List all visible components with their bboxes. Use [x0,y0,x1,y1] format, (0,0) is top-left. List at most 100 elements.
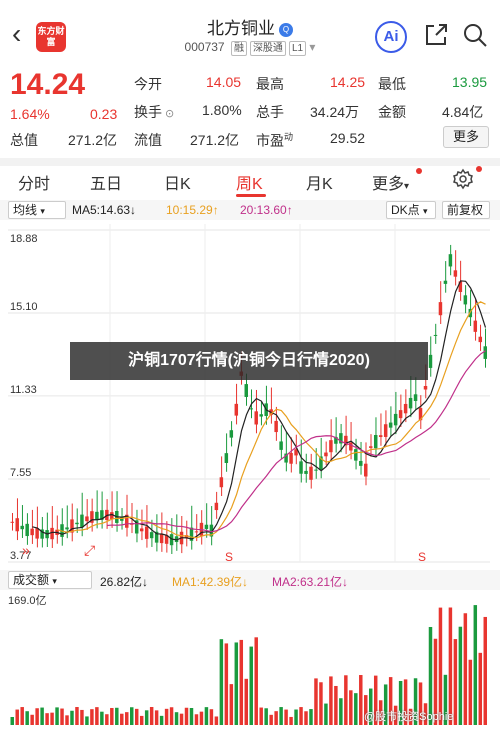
ai-assistant-button[interactable]: Ai [375,21,407,53]
y-tick-label: 18.88 [10,233,38,245]
volume-bar [224,643,229,725]
current-price: 14.24 [10,68,86,101]
share-icon[interactable] [423,22,449,48]
volume-bar [50,712,54,725]
candle-body [378,435,383,437]
chevron-down-icon: ▾ [40,206,45,216]
volume-bar [10,717,14,725]
volume-bar [478,652,483,725]
sell-marker: S [418,550,427,564]
volume-bar [219,639,224,725]
volume-bar [274,711,278,725]
candle-body [369,446,373,448]
candle-body [478,336,483,343]
volume-bar [70,710,74,725]
candle-body [309,466,313,480]
volume-chart[interactable]: 169.0亿 @股市投资Sophie [0,590,500,727]
tab-weekly-k[interactable]: 周K [236,170,263,194]
tab-more[interactable]: 更多▾ [372,170,409,194]
amount-label: 金额 [378,104,406,120]
info-icon[interactable]: ⊙ [162,108,174,120]
chevron-down-icon: ▾ [404,181,410,192]
candle-body [65,527,69,530]
candle-body [473,320,478,332]
ma-lines [32,280,487,541]
tab-intraday[interactable]: 分时 [18,170,50,194]
candle-body [443,280,448,284]
vol-ma1: MA1:42.39亿↓ [172,575,249,589]
y-tick-label: 11.33 [10,384,37,396]
candle-body [403,403,408,414]
search-icon[interactable] [462,22,488,48]
candle-body [35,528,39,539]
open-value: 14.05 [206,74,242,90]
volume-bar [334,685,338,725]
gear-icon[interactable] [452,168,474,190]
volume-bar [483,616,487,725]
volume-bar [204,707,209,725]
tab-daily-k[interactable]: 日K [164,170,191,194]
candle-body [159,534,164,544]
candle-body [144,526,149,539]
volume-bar [174,712,179,725]
volume-bar [159,715,164,725]
volume-bar [110,707,114,725]
low-value: 13.95 [452,74,488,90]
candle-body [110,512,114,520]
tag-connect: 深股通 [249,41,286,56]
divider [0,158,500,166]
candle-body [80,514,84,528]
volume-bar [339,698,343,725]
candle-body [95,511,99,520]
volume-bar [115,707,119,725]
tag-level: L1 [288,41,307,56]
volume-bar [214,716,219,725]
indicator-selector[interactable]: 均线 ▾ [8,201,66,219]
volume-bar [329,676,333,725]
chevron-down-icon[interactable]: ▾ [309,40,315,54]
tab-five-day[interactable]: 五日 [90,170,122,194]
volume-bar [154,710,159,725]
candle-body [359,460,363,466]
dk-point-selector[interactable]: DK点 ▾ [386,201,436,219]
mktcap-label: 总值 [10,132,38,148]
news-overlay-banner: 沪铜1707行情(沪铜今日行情2020) [70,342,428,380]
candle-body [354,449,358,461]
volume-bar [314,678,318,725]
notification-dot [416,168,422,174]
volume-bar [35,708,39,725]
volume-bar [55,707,59,725]
candle-body [25,523,29,537]
volume-selector[interactable]: 成交额 ▾ [8,571,92,589]
candle-body [249,408,253,410]
volume-bar [234,642,239,725]
volume-bar [359,675,363,725]
scroll-left-icon[interactable]: » [22,542,30,558]
candle-body [234,403,239,416]
candle-body [75,522,79,525]
kline-chart[interactable]: 18.88 15.10 11.33 7.55 3.77 » ⤢ S S [0,220,500,570]
volume-bar [105,714,109,725]
candle-body [20,525,24,530]
ma5-value: MA5:14.63↓ [72,203,137,217]
low-label: 最低 [378,76,406,92]
volume-bar [184,707,189,725]
more-button[interactable]: 更多 [443,126,489,148]
mktcap-value: 271.2亿 [68,132,118,148]
volume-bar [80,709,84,725]
ma-line [32,280,487,541]
expand-icon[interactable]: ⤢ [84,542,95,559]
candle-body [383,424,388,437]
volume-bar [20,707,24,725]
amount-value: 4.84亿 [442,104,484,120]
tab-monthly-k[interactable]: 月K [306,170,333,194]
volume-bar [144,710,149,725]
volume-bar [468,659,473,725]
candle-body [349,442,353,451]
adjust-selector[interactable]: 前复权 [442,201,490,219]
candle-body [254,411,258,425]
volume-bar [139,715,144,725]
pe-label: 市盈动 [256,132,294,149]
candle-body [433,334,438,336]
candles [10,244,487,555]
